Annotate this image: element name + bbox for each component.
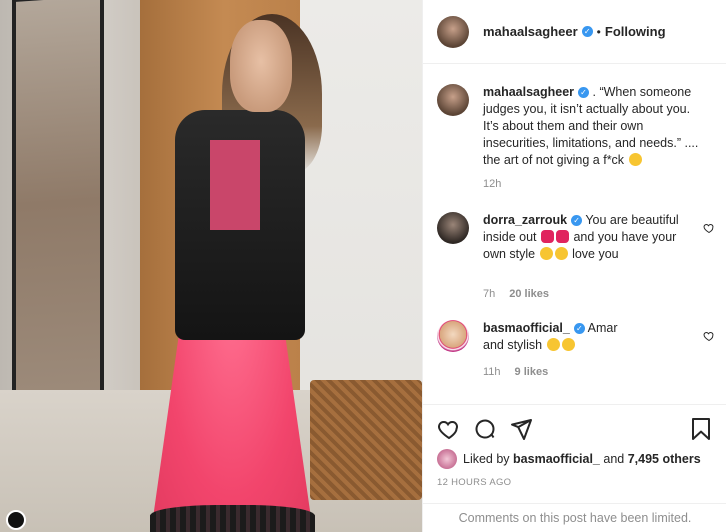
author-avatar[interactable] — [437, 15, 469, 48]
comments-limited-notice: Comments on this post have been limited. — [423, 503, 726, 532]
like-comment-heart-icon[interactable] — [703, 330, 715, 342]
bookmark-icon[interactable] — [689, 417, 713, 441]
likes-summary: Liked by basmaofficial_ and 7,495 others — [437, 449, 701, 469]
caption-time[interactable]: 12h — [483, 178, 501, 190]
heart-eyes-emoji-icon — [561, 338, 575, 351]
likes-middle: and — [603, 452, 625, 466]
author-username[interactable]: mahaalsagheer — [483, 24, 578, 39]
likes-user[interactable]: basmaofficial_ — [513, 452, 600, 466]
photo-figure-lace — [150, 505, 315, 532]
kiss-emoji-icon — [554, 247, 568, 260]
share-icon[interactable] — [509, 417, 533, 441]
verified-icon: ✓ — [573, 323, 585, 334]
comment-meta: 11h 9 likes — [483, 366, 548, 378]
caption-body: mahaalsagheer ✓ . “When someone judges yo… — [483, 84, 708, 169]
comment-author[interactable]: dorra_zarrouk — [483, 213, 567, 227]
comment-icon[interactable] — [473, 417, 497, 441]
smile-emoji-icon — [539, 247, 553, 260]
likes-prefix: Liked by — [463, 452, 510, 466]
post-header: mahaalsagheer ✓ • Following — [423, 0, 726, 64]
like-comment-heart-icon[interactable] — [703, 222, 715, 234]
comment-row: basmaofficial_ ✓ Amar and stylish 11h 9 li… — [437, 320, 717, 380]
post-timestamp[interactable]: 12 HOURS AGO — [437, 477, 511, 488]
caption-author[interactable]: mahaalsagheer — [483, 85, 574, 99]
heart-emoji-icon — [556, 230, 569, 243]
caption-avatar[interactable] — [437, 84, 469, 116]
commenter-avatar[interactable] — [437, 212, 469, 244]
comment-body: basmaofficial_ ✓ Amar and stylish — [483, 320, 633, 354]
comments-list[interactable]: mahaalsagheer ✓ . “When someone judges yo… — [423, 64, 726, 404]
photo-figure-head — [230, 20, 292, 112]
separator-dot: • — [596, 24, 601, 39]
heart-eyes-emoji-icon — [546, 338, 560, 351]
post-photo[interactable] — [0, 0, 422, 532]
comment-text-3: love you — [572, 247, 619, 261]
caption-row: mahaalsagheer ✓ . “When someone judges yo… — [437, 84, 717, 194]
comment-author[interactable]: basmaofficial_ — [483, 321, 570, 335]
verified-icon: ✓ — [578, 87, 590, 98]
post-actions: Liked by basmaofficial_ and 7,495 others… — [423, 404, 726, 532]
comment-body: dorra_zarrouk ✓ You are beautiful inside … — [483, 212, 693, 263]
comment-time[interactable]: 7h — [483, 288, 495, 300]
post-panel: mahaalsagheer ✓ • Following mahaalsaghee… — [422, 0, 726, 532]
follow-status-button[interactable]: Following — [605, 24, 666, 39]
comment-likes[interactable]: 20 likes — [509, 288, 549, 300]
tagged-user-icon[interactable] — [6, 510, 26, 530]
comment-likes[interactable]: 9 likes — [515, 366, 549, 378]
verified-icon: ✓ — [581, 26, 593, 37]
comment-row: dorra_zarrouk ✓ You are beautiful inside … — [437, 212, 717, 302]
commenter-avatar[interactable] — [437, 320, 469, 352]
heart-emoji-icon — [541, 230, 554, 243]
laughing-emoji-icon — [628, 153, 642, 166]
liker-avatar[interactable] — [437, 449, 457, 469]
verified-icon: ✓ — [571, 215, 583, 226]
likes-count[interactable]: 7,495 others — [628, 452, 701, 466]
photo-figure-top — [210, 140, 260, 230]
comment-time[interactable]: 11h — [483, 366, 501, 378]
heart-icon[interactable] — [437, 417, 461, 441]
photo-bench — [310, 380, 422, 500]
comment-meta: 7h 20 likes — [483, 288, 549, 300]
